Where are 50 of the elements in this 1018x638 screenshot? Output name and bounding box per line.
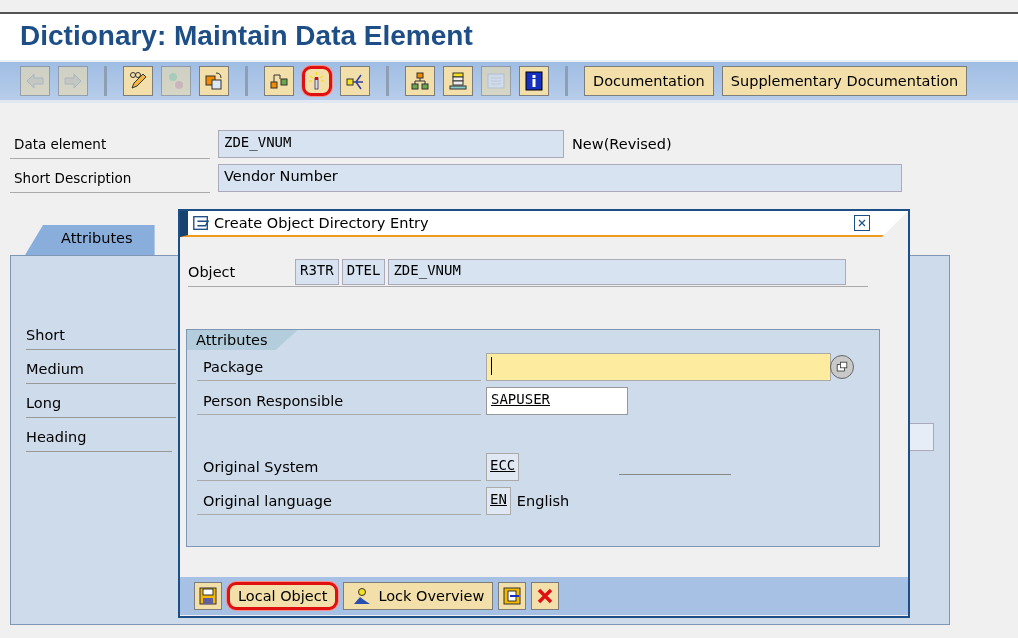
field-label: Short bbox=[26, 320, 176, 350]
list-icon bbox=[486, 71, 506, 91]
data-element-field[interactable]: ZDE_VNUM bbox=[218, 130, 564, 158]
forward-arrow-icon bbox=[63, 71, 83, 91]
toolbar-button[interactable] bbox=[519, 66, 549, 96]
value-field: EN bbox=[486, 487, 511, 515]
field-label: Heading bbox=[26, 422, 172, 452]
short-description-field[interactable]: Vendor Number bbox=[218, 164, 902, 192]
field-label: Short Description bbox=[10, 163, 210, 193]
document-exit-icon bbox=[502, 586, 523, 606]
input-field[interactable]: SAPUSER bbox=[486, 387, 628, 415]
status-text: New(Revised) bbox=[572, 136, 672, 152]
object-field: DTEL bbox=[341, 259, 386, 285]
stack-icon bbox=[448, 71, 468, 91]
toolbar-button[interactable] bbox=[123, 66, 153, 96]
info-icon bbox=[524, 71, 544, 91]
field-label: Original System bbox=[197, 453, 481, 481]
dialog-title: Create Object Directory Entry bbox=[214, 215, 430, 231]
value-text: English bbox=[516, 493, 570, 509]
hierarchy-icon bbox=[410, 71, 430, 91]
toolbar-button[interactable] bbox=[498, 582, 527, 610]
window-title: Dictionary: Maintain Data Element bbox=[20, 20, 474, 52]
close-icon bbox=[856, 217, 868, 229]
input-field[interactable] bbox=[486, 353, 831, 381]
tree-icon bbox=[269, 71, 289, 91]
pencil-icon bbox=[128, 71, 148, 91]
field-label: Object bbox=[188, 263, 237, 282]
value-field: ECC bbox=[486, 453, 520, 481]
back-arrow-icon bbox=[25, 71, 45, 91]
field-label: Data element bbox=[10, 129, 210, 159]
copy-icon bbox=[204, 71, 224, 91]
dialog-button[interactable]: Lock Overview bbox=[343, 582, 494, 610]
dialog-button[interactable]: Local Object bbox=[227, 582, 339, 610]
circles-icon bbox=[166, 71, 186, 91]
toolbar-button[interactable]: Supplementary Documentation bbox=[721, 66, 968, 96]
close-button[interactable] bbox=[854, 215, 870, 231]
object-field: ZDE_VNUM bbox=[388, 259, 847, 285]
magic-wand-icon bbox=[307, 71, 327, 91]
window-icon bbox=[834, 359, 850, 375]
field-label: Package bbox=[197, 353, 481, 381]
toolbar-button[interactable]: Documentation bbox=[584, 66, 714, 96]
field-label: Original language bbox=[197, 487, 481, 515]
field-label: Person Responsible bbox=[197, 387, 481, 415]
tab[interactable]: Attributes bbox=[25, 225, 155, 255]
value-help-button[interactable] bbox=[830, 355, 854, 379]
object-field: R3TR bbox=[295, 259, 339, 285]
field-label: Medium bbox=[26, 354, 176, 384]
field-label: Long bbox=[26, 388, 176, 418]
group-title: Attributes bbox=[187, 330, 298, 350]
dialog-window-icon bbox=[192, 214, 210, 232]
